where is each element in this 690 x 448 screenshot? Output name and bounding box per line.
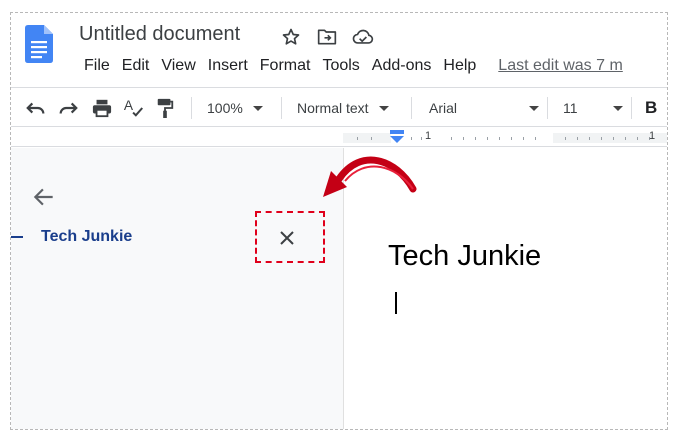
style-value: Normal text xyxy=(297,100,369,116)
star-icon[interactable] xyxy=(279,25,303,49)
chevron-down-icon xyxy=(378,105,389,111)
svg-text:A: A xyxy=(124,98,134,113)
toolbar: A 100% Normal text Arial 11 B xyxy=(11,87,667,127)
menu-help[interactable]: Help xyxy=(437,55,482,77)
text-cursor xyxy=(395,292,397,314)
chevron-down-icon xyxy=(529,105,539,111)
menu-addons[interactable]: Add-ons xyxy=(366,55,438,77)
toolbar-divider xyxy=(547,97,548,119)
ruler-label: 1 xyxy=(649,130,656,142)
paint-format-icon[interactable] xyxy=(155,96,175,120)
menu-bar: File Edit View Insert Format Tools Add-o… xyxy=(78,55,623,77)
back-arrow-icon[interactable] xyxy=(31,184,57,210)
menu-format[interactable]: Format xyxy=(254,55,317,77)
chevron-down-icon xyxy=(613,105,623,111)
bold-button[interactable]: B xyxy=(645,96,657,120)
last-edit-link[interactable]: Last edit was 7 m xyxy=(498,55,623,77)
print-icon[interactable] xyxy=(91,96,113,120)
document-title[interactable]: Untitled document xyxy=(79,23,240,46)
ruler: 1 1 xyxy=(11,127,667,147)
document-outline-panel: Tech Junkie xyxy=(11,148,344,429)
title-icons xyxy=(279,25,375,49)
chevron-down-icon xyxy=(252,105,263,111)
font-value: Arial xyxy=(429,100,458,116)
toolbar-divider xyxy=(411,97,412,119)
toolbar-divider xyxy=(191,97,192,119)
menu-insert[interactable]: Insert xyxy=(202,55,254,77)
menu-edit[interactable]: Edit xyxy=(116,55,156,77)
move-to-folder-icon[interactable] xyxy=(315,25,339,49)
spellcheck-icon[interactable]: A xyxy=(123,96,145,120)
outline-heading-item[interactable]: Tech Junkie xyxy=(41,228,132,246)
font-size-select[interactable]: 11 xyxy=(563,96,623,120)
style-select[interactable]: Normal text xyxy=(297,96,389,120)
menu-file[interactable]: File xyxy=(78,55,116,77)
screenshot-frame: Untitled document File Edit View Insert … xyxy=(10,12,668,430)
redo-icon[interactable] xyxy=(57,96,79,120)
document-heading[interactable]: Tech Junkie xyxy=(388,240,541,273)
menu-tools[interactable]: Tools xyxy=(316,55,365,77)
outline-active-marker xyxy=(11,236,23,238)
indent-marker-icon[interactable] xyxy=(389,130,405,144)
toolbar-divider xyxy=(631,97,632,119)
bold-label: B xyxy=(645,98,658,117)
ruler-label: 1 xyxy=(425,130,432,142)
undo-icon[interactable] xyxy=(25,96,47,120)
toolbar-divider xyxy=(281,97,282,119)
zoom-select[interactable]: 100% xyxy=(207,96,263,120)
docs-logo-icon[interactable] xyxy=(25,25,53,63)
font-size-value: 11 xyxy=(563,100,578,116)
close-icon[interactable] xyxy=(277,228,297,248)
annotation-arrow-icon xyxy=(323,156,417,197)
font-select[interactable]: Arial xyxy=(429,96,539,120)
menu-view[interactable]: View xyxy=(155,55,201,77)
cloud-status-icon[interactable] xyxy=(351,25,375,49)
zoom-value: 100% xyxy=(207,100,243,116)
